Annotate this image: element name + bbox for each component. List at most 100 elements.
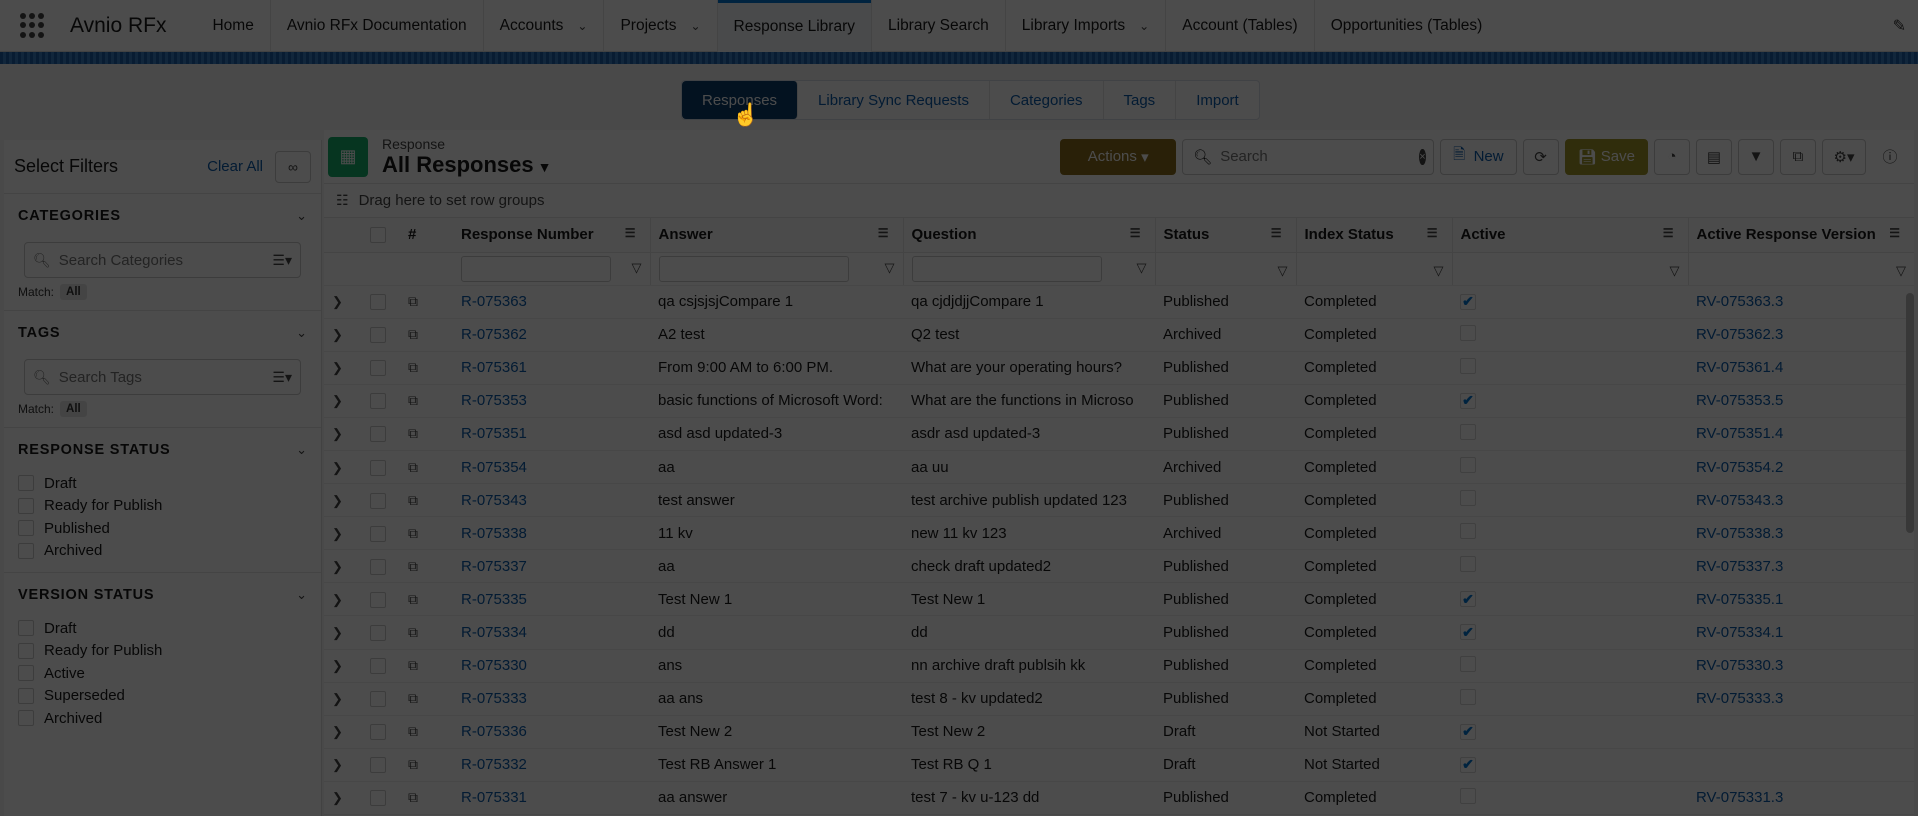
filter-checkbox[interactable] [18, 520, 34, 537]
refresh-button[interactable]: ⟳ [1522, 138, 1559, 175]
response-number-link[interactable]: R-075363 [461, 293, 527, 310]
chevron-right-icon[interactable]: ❯ [332, 327, 343, 342]
categories-search-input[interactable] [58, 251, 273, 269]
open-record-icon[interactable]: ⧉ [408, 492, 418, 508]
filter-checkbox[interactable] [18, 710, 34, 727]
filter-option[interactable]: Draft [18, 617, 307, 640]
response-number-link[interactable]: R-075337 [461, 558, 527, 575]
active-version-link[interactable]: RV-075343.3 [1696, 492, 1783, 509]
response-number-link[interactable]: R-075351 [461, 425, 527, 442]
table-row[interactable]: ❯ ⧉ R-075335 Test New 1 Test New 1 Published C… [324, 582, 1914, 617]
column-header-question[interactable]: Question ☰ [903, 218, 1156, 253]
filter-option[interactable]: Ready for Publish [18, 640, 307, 663]
table-row[interactable]: ❯ ⧉ R-075337 aa check draft updated2 Publishe… [324, 549, 1914, 584]
chevron-right-icon[interactable]: ❯ [332, 360, 343, 375]
chevron-down-icon[interactable]: ⌄ [296, 442, 307, 458]
link-icon[interactable]: ∞ [275, 150, 311, 183]
chart-button[interactable]: ◔ [1654, 138, 1690, 175]
active-version-link[interactable]: RV-075331.3 [1696, 789, 1783, 806]
filter-option[interactable]: Superseded [18, 685, 307, 708]
chevron-right-icon[interactable]: ❯ [332, 658, 343, 673]
active-version-link[interactable]: RV-075353.5 [1696, 392, 1783, 409]
response-number-link[interactable]: R-075335 [461, 591, 527, 608]
edit-nav-pencil-icon[interactable]: ✎ [1893, 16, 1906, 36]
open-record-icon[interactable]: ⧉ [408, 525, 418, 541]
open-record-icon[interactable]: ⧉ [408, 558, 418, 574]
response-number-link[interactable]: R-075333 [461, 690, 527, 707]
row-checkbox[interactable] [370, 724, 386, 741]
chevron-right-icon[interactable]: ❯ [332, 559, 343, 574]
nav-item-opportunities-tables[interactable]: Opportunities (Tables) [1315, 0, 1499, 52]
nav-item-projects[interactable]: Projects ⌄ [604, 0, 716, 52]
table-row[interactable]: ❯ ⧉ R-075362 A2 test Q2 test Archived Complete… [324, 318, 1914, 352]
popout-button[interactable]: ⧉ [1780, 138, 1816, 175]
table-row[interactable]: ❯ ⧉ R-075331 aa answer test 7 - kv u-123 dd P… [324, 781, 1914, 816]
row-checkbox[interactable] [370, 459, 386, 476]
table-row[interactable]: ❯ ⧉ R-075334 dd dd Published Completed ✔ RV-0753… [324, 615, 1914, 650]
column-menu-icon[interactable]: ☰ [1663, 226, 1674, 240]
table-row[interactable]: ❯ ⧉ R-075336 Test New 2 Test New 2 Draft Not S… [324, 715, 1914, 749]
chevron-right-icon[interactable]: ❯ [332, 426, 343, 441]
filter-input[interactable] [461, 255, 611, 282]
row-checkbox[interactable] [370, 658, 386, 675]
list-search-input[interactable] [1220, 148, 1420, 165]
row-checkbox[interactable] [370, 327, 386, 344]
chevron-right-icon[interactable]: ❯ [332, 757, 343, 772]
table-view-button[interactable]: ▤ [1696, 138, 1732, 175]
response-number-link[interactable]: R-075336 [461, 723, 527, 740]
row-checkbox[interactable] [370, 757, 386, 774]
tab-import[interactable]: Import [1176, 81, 1259, 119]
chevron-down-icon[interactable]: ⌄ [690, 19, 700, 33]
filter-option[interactable]: Draft [18, 472, 307, 495]
table-row[interactable]: ❯ ⧉ R-075351 asd asd updated-3 asdr asd upda… [324, 417, 1914, 451]
open-record-icon[interactable]: ⧉ [408, 624, 418, 640]
save-button[interactable]: 💾︎ Save [1564, 138, 1648, 175]
response-number-link[interactable]: R-075330 [461, 657, 527, 674]
filter-icon[interactable]: ▽ [1434, 263, 1444, 279]
tab-library-sync-requests[interactable]: Library Sync Requests [798, 81, 990, 119]
column-header-response-number[interactable]: Response Number ☰ [453, 218, 651, 253]
column-header-active-response-version[interactable]: Active Response Version ☰ [1688, 218, 1914, 253]
row-checkbox[interactable] [370, 426, 386, 443]
active-version-link[interactable]: RV-075337.3 [1696, 558, 1783, 575]
clear-all-link[interactable]: Clear All [207, 158, 263, 175]
sort-options-icon[interactable]: ☰▾ [272, 369, 292, 386]
chevron-down-icon[interactable]: ⌄ [296, 208, 307, 224]
column-menu-icon[interactable]: ☰ [1427, 226, 1438, 240]
table-row[interactable]: ❯ ⧉ R-075353 basic functions of Microsoft W… [324, 384, 1914, 418]
filter-icon[interactable]: ▽ [1278, 263, 1288, 279]
open-record-icon[interactable]: ⧉ [408, 392, 418, 408]
column-header-active[interactable]: Active ☰ [1452, 218, 1689, 253]
info-button[interactable]: ⓘ [1872, 138, 1908, 175]
table-row[interactable]: ❯ ⧉ R-075361 From 9:00 AM to 6:00 PM. What a… [324, 351, 1914, 385]
filter-icon[interactable]: ▽ [885, 260, 895, 276]
filter-checkbox[interactable] [18, 687, 34, 704]
table-row[interactable]: ❯ ⧉ R-075363 qa csjsjsjCompare 1 qa cjdjdjjC… [324, 285, 1914, 319]
chevron-down-icon[interactable]: ⌄ [296, 587, 307, 603]
open-record-icon[interactable]: ⧉ [408, 293, 418, 309]
table-row[interactable]: ❯ ⧉ R-075338 11 kv new 11 kv 123 Archived Comp… [324, 516, 1914, 551]
chevron-right-icon[interactable]: ❯ [332, 493, 343, 508]
response-number-link[interactable]: R-075334 [461, 624, 527, 641]
column-header-status[interactable]: Status ☰ [1155, 218, 1297, 253]
active-version-link[interactable]: RV-075333.3 [1696, 690, 1783, 707]
filter-input[interactable] [911, 255, 1102, 282]
filter-input[interactable] [658, 255, 849, 282]
response-number-link[interactable]: R-075353 [461, 392, 527, 409]
open-record-icon[interactable]: ⧉ [408, 591, 418, 607]
chevron-down-icon[interactable]: ⌄ [1139, 19, 1149, 33]
chevron-right-icon[interactable]: ❯ [332, 393, 343, 408]
active-version-link[interactable]: RV-075363.3 [1696, 293, 1783, 310]
row-checkbox[interactable] [370, 294, 386, 311]
nav-item-avnio-rfx-documentation[interactable]: Avnio RFx Documentation [271, 0, 483, 52]
response-number-link[interactable]: R-075354 [461, 459, 527, 476]
table-row[interactable]: ❯ ⧉ R-075332 Test RB Answer 1 Test RB Q 1 Dra… [324, 748, 1914, 782]
filter-checkbox[interactable] [18, 497, 34, 514]
row-checkbox[interactable] [370, 558, 386, 575]
chevron-right-icon[interactable]: ❯ [332, 691, 343, 706]
row-checkbox[interactable] [370, 591, 386, 608]
filter-button[interactable]: ▼ [1738, 138, 1774, 175]
open-record-icon[interactable]: ⧉ [408, 756, 418, 772]
open-record-icon[interactable]: ⧉ [408, 326, 418, 342]
filter-option[interactable]: Archived [18, 540, 307, 563]
